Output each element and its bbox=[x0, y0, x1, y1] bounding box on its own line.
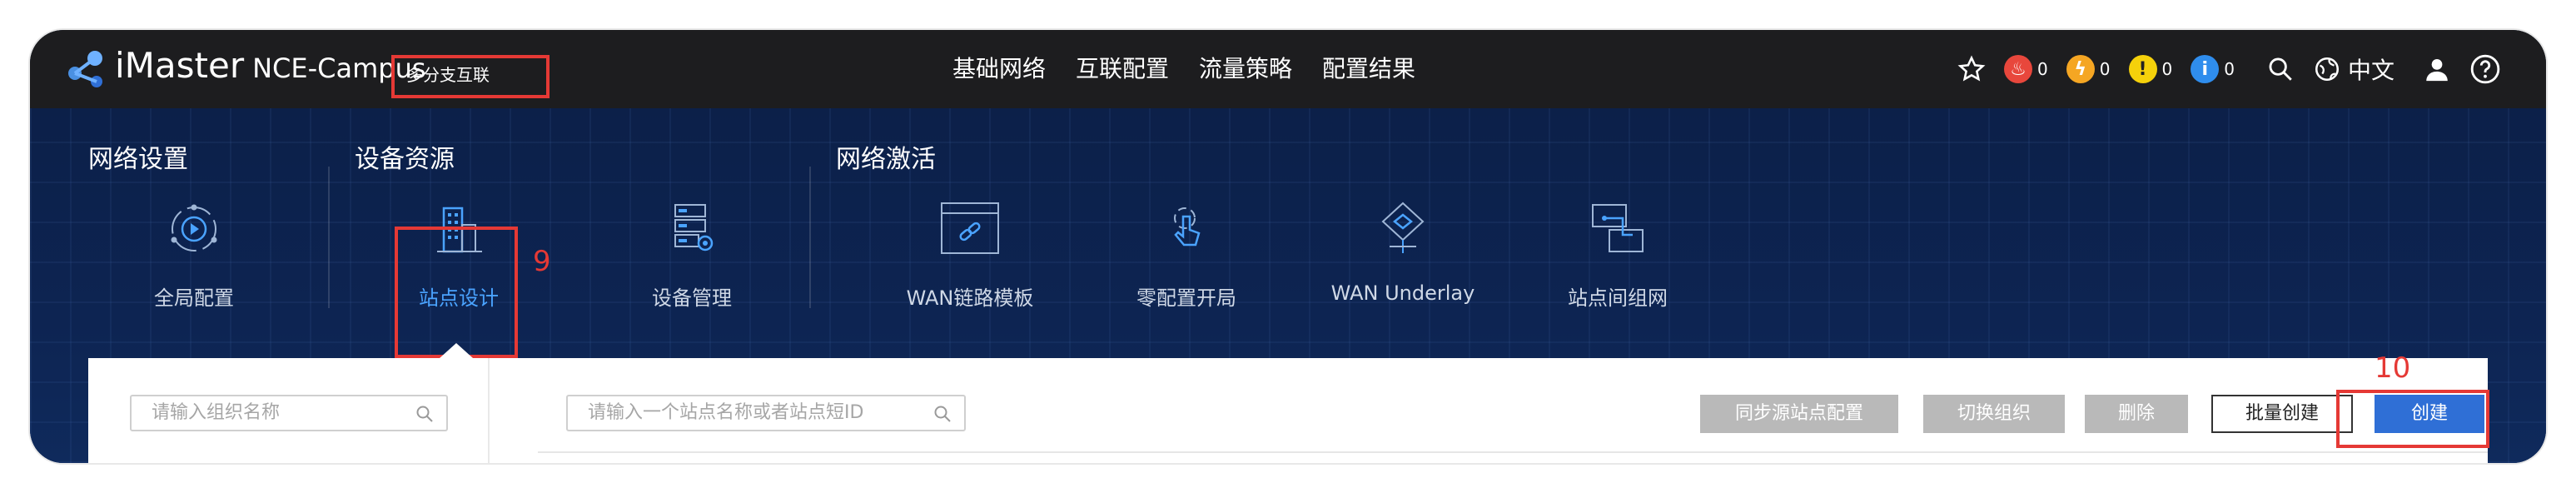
section-network-activation: 网络激活 bbox=[836, 145, 936, 174]
info-alarm-count: 0 bbox=[2224, 59, 2235, 79]
site-network-icon bbox=[1592, 204, 1644, 252]
feature-label: 设备管理 bbox=[652, 286, 732, 310]
section-divider bbox=[809, 167, 811, 308]
search-icon[interactable] bbox=[2266, 55, 2295, 83]
feature-wan-underlay[interactable]: WAN Underlay bbox=[1324, 200, 1482, 305]
batch-create-button[interactable]: 批量创建 bbox=[2211, 395, 2353, 433]
language-switch[interactable]: 中文 bbox=[2313, 52, 2394, 86]
nav-traffic-policy[interactable]: 流量策略 bbox=[1199, 52, 1292, 87]
active-pointer-icon bbox=[440, 343, 473, 358]
nav-interconnect-config[interactable]: 互联配置 bbox=[1076, 52, 1169, 87]
feature-label: WAN Underlay bbox=[1330, 281, 1475, 305]
section-device-resources: 设备资源 bbox=[355, 145, 455, 174]
critical-alarm-count: 0 bbox=[2037, 59, 2048, 79]
huawei-logo-icon bbox=[68, 51, 102, 87]
annotation-box-site-design bbox=[395, 227, 518, 358]
exclamation-alarm-icon: ! bbox=[2128, 55, 2157, 83]
feature-site-interconnect[interactable]: 站点间组网 bbox=[1539, 200, 1697, 311]
info-alarm[interactable]: i 0 bbox=[2191, 55, 2235, 83]
minor-alarm-count: 0 bbox=[2161, 59, 2173, 79]
help-icon[interactable] bbox=[2469, 53, 2501, 85]
feature-label: 全局配置 bbox=[154, 286, 234, 310]
feature-zero-touch[interactable]: 零配置开局 bbox=[1107, 200, 1266, 311]
delete-button[interactable]: 删除 bbox=[2085, 395, 2188, 433]
org-search-placeholder: 请输入组织名称 bbox=[152, 402, 281, 423]
main-nav: 基础网络 互联配置 流量策略 配置结果 bbox=[952, 52, 1415, 87]
nav-config-result[interactable]: 配置结果 bbox=[1322, 52, 1415, 87]
section-network-settings: 网络设置 bbox=[88, 145, 188, 174]
sync-source-site-button[interactable]: 同步源站点配置 bbox=[1700, 395, 1898, 433]
list-divider bbox=[538, 451, 2488, 453]
product-name: iMaster NCE-Campus bbox=[115, 45, 426, 89]
header-tools: ♨ 0 ϟ 0 ! 0 i 0 中文 bbox=[1957, 50, 2501, 88]
search-icon[interactable] bbox=[932, 404, 952, 424]
feature-label: WAN链路模板 bbox=[906, 286, 1034, 310]
global-config-icon bbox=[171, 204, 217, 251]
major-alarm[interactable]: ϟ 0 bbox=[2066, 55, 2111, 83]
section-divider bbox=[328, 167, 330, 308]
language-label: 中文 bbox=[2347, 57, 2394, 84]
info-alarm-icon: i bbox=[2191, 55, 2220, 83]
lightning-alarm-icon: ϟ bbox=[2066, 55, 2095, 83]
major-alarm-count: 0 bbox=[2099, 59, 2111, 79]
underlay-network-icon bbox=[1381, 202, 1425, 253]
feature-label: 零配置开局 bbox=[1136, 286, 1236, 310]
nav-basic-network[interactable]: 基础网络 bbox=[952, 52, 1046, 87]
feature-global-config[interactable]: 全局配置 bbox=[115, 200, 273, 311]
favorite-star-icon[interactable] bbox=[1957, 55, 1986, 83]
touch-icon bbox=[1174, 207, 1201, 246]
annotation-box-scenario bbox=[391, 55, 550, 98]
globe-icon bbox=[2315, 57, 2340, 82]
link-template-icon bbox=[941, 202, 999, 254]
site-list-panel: 请输入组织名称 请输入一个站点名称或者站点短ID 同步源站点配置 切换组织 删除… bbox=[88, 358, 2488, 463]
minor-alarm[interactable]: ! 0 bbox=[2128, 55, 2173, 83]
switch-org-button[interactable]: 切换组织 bbox=[1923, 395, 2065, 433]
user-icon[interactable] bbox=[2423, 55, 2451, 83]
feature-device-management[interactable]: 设备管理 bbox=[613, 200, 771, 311]
app-window: iMaster NCE-Campus 多分支互联 基础网络 互联配置 流量策略 配… bbox=[30, 30, 2546, 463]
annotation-step-10: 10 bbox=[2375, 351, 2411, 385]
feature-wan-link-template[interactable]: WAN链路模板 bbox=[891, 200, 1049, 311]
critical-alarm[interactable]: ♨ 0 bbox=[2004, 55, 2048, 83]
fire-alarm-icon: ♨ bbox=[2004, 55, 2033, 83]
top-navigation-bar: iMaster NCE-Campus 多分支互联 基础网络 互联配置 流量策略 配… bbox=[30, 30, 2546, 108]
search-icon[interactable] bbox=[415, 404, 435, 424]
org-search-input[interactable]: 请输入组织名称 bbox=[130, 395, 448, 431]
annotation-box-create bbox=[2336, 390, 2489, 448]
server-gear-icon bbox=[674, 204, 714, 251]
site-search-input[interactable]: 请输入一个站点名称或者站点短ID bbox=[566, 395, 966, 431]
brand-name: iMaster bbox=[115, 45, 245, 86]
annotation-step-9: 9 bbox=[533, 245, 551, 278]
feature-label: 站点间组网 bbox=[1568, 286, 1668, 310]
org-tree-pane: 请输入组织名称 bbox=[88, 358, 490, 463]
site-search-placeholder: 请输入一个站点名称或者站点短ID bbox=[588, 402, 864, 423]
